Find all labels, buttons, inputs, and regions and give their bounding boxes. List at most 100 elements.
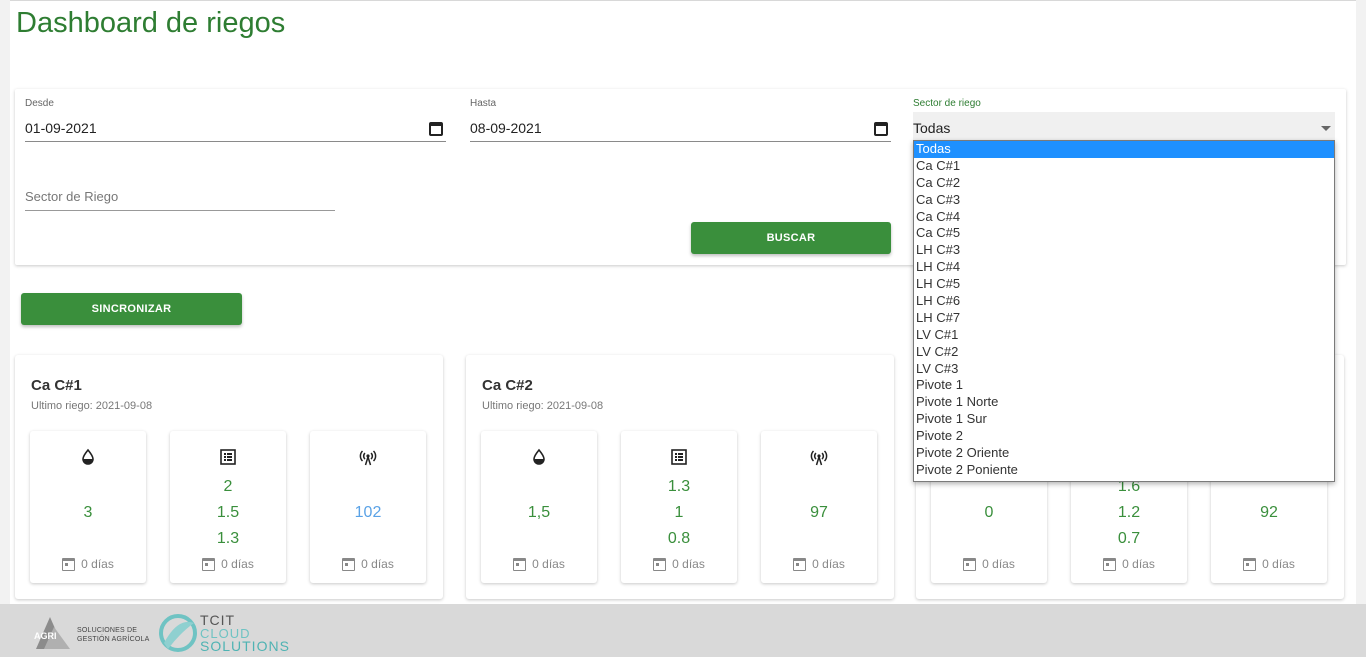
dropdown-option[interactable]: Ca C#4 <box>914 209 1334 226</box>
metric-footer: 0 días <box>310 557 426 571</box>
days-label: 0 días <box>532 557 565 571</box>
metric-value: 1.3 <box>216 530 240 547</box>
sincronizar-button[interactable]: SINCRONIZAR <box>21 293 242 325</box>
sector-name: Ca C#1 <box>31 377 82 394</box>
metric-values: 1,5 <box>481 473 597 553</box>
metric-value: 1 <box>674 504 684 521</box>
calendar-icon <box>963 557 977 571</box>
dropdown-option[interactable]: LH C#3 <box>914 242 1334 259</box>
dropdown-option[interactable]: LH C#4 <box>914 259 1334 276</box>
metric-values: 102 <box>310 473 426 553</box>
metric-value: 0.7 <box>1117 530 1141 547</box>
metric-values: 1.6 1.2 0.7 <box>1071 473 1187 553</box>
field-underline <box>25 210 335 211</box>
agri-tagline-line1: SOLUCIONES DE <box>77 627 138 634</box>
metric-values: 92 <box>1211 473 1327 553</box>
calendar-icon[interactable] <box>874 122 888 136</box>
metric-value: 102 <box>354 504 382 521</box>
metric-value: 1,5 <box>527 504 551 521</box>
calendar-icon <box>793 557 807 571</box>
dropdown-option[interactable]: Ca C#2 <box>914 175 1334 192</box>
last-irrigation-date: Ultimo riego: 2021-09-08 <box>482 400 604 412</box>
metric-values: 2 1.5 1.3 <box>170 473 286 553</box>
footer: AGRI SOLUCIONES DE GESTIÓN AGRÍCOLA TCIT… <box>0 604 1366 657</box>
agri-tagline: SOLUCIONES DE GESTIÓN AGRÍCOLA <box>77 626 149 644</box>
metric-box: 102 0 días <box>310 431 426 583</box>
dropdown-option[interactable]: LH C#7 <box>914 310 1334 327</box>
dropdown-option[interactable]: Pivote 1 Norte <box>914 394 1334 411</box>
calendar-icon <box>653 557 667 571</box>
metric-value: 0 <box>984 504 994 521</box>
days-label: 0 días <box>672 557 705 571</box>
metric-values: 1.3 1 0.8 <box>621 473 737 553</box>
metric-footer: 0 días <box>931 557 1047 571</box>
calendar-icon <box>342 557 356 571</box>
dropdown-option[interactable]: LV C#1 <box>914 327 1334 344</box>
list-icon <box>670 448 688 466</box>
metric-values: 97 <box>761 473 877 553</box>
dropdown-option[interactable]: Pivote 2 <box>914 428 1334 445</box>
antenna-icon <box>810 448 828 466</box>
dropdown-option[interactable]: Ca C#5 <box>914 225 1334 242</box>
dropdown-option[interactable]: Pivote 1 Sur <box>914 411 1334 428</box>
calendar-icon <box>1243 557 1257 571</box>
dropdown-option[interactable]: LH C#5 <box>914 276 1334 293</box>
metric-footer: 0 días <box>30 557 146 571</box>
last-irrigation-date: Ultimo riego: 2021-09-08 <box>31 400 153 412</box>
agri-logo: AGRI <box>34 617 70 649</box>
hasta-field[interactable]: Hasta 08-09-2021 <box>470 98 891 144</box>
agri-tagline-line2: GESTIÓN AGRÍCOLA <box>77 636 150 643</box>
days-label: 0 días <box>812 557 845 571</box>
tcit-wordmark: TCIT CLOUD SOLUTIONS <box>200 613 290 654</box>
metric-box: 3 0 días <box>30 431 146 583</box>
days-label: 0 días <box>1122 557 1155 571</box>
agri-badge-text: AGRI <box>34 631 57 641</box>
sector-value[interactable]: Todas <box>913 120 950 136</box>
days-label: 0 días <box>1262 557 1295 571</box>
metric-box: 2 1.5 1.3 0 días <box>170 431 286 583</box>
water-drop-icon <box>79 448 97 466</box>
sector-label: Sector de riego <box>913 98 981 109</box>
desde-value[interactable]: 01-09-2021 <box>25 120 97 136</box>
metric-value: 3 <box>83 504 93 521</box>
tcit-solutions: SOLUTIONS <box>200 638 290 654</box>
metric-value: 0.8 <box>667 530 691 547</box>
sector-card: Ca C#1 Ultimo riego: 2021-09-08 3 0 días 2 1.… <box>15 355 443 599</box>
metric-values: 3 <box>30 473 146 553</box>
antenna-icon <box>359 448 377 466</box>
metric-footer: 0 días <box>621 557 737 571</box>
dropdown-option[interactable]: Pivote 2 Poniente <box>914 462 1334 479</box>
metric-value: 2 <box>223 478 233 495</box>
dropdown-option[interactable]: Todas <box>914 141 1334 158</box>
dropdown-option[interactable]: LV C#2 <box>914 344 1334 361</box>
metric-box: 1.3 1 0.8 0 días <box>621 431 737 583</box>
metric-box: 97 0 días <box>761 431 877 583</box>
dropdown-option[interactable]: Pivote 2 Oriente <box>914 445 1334 462</box>
chevron-down-icon[interactable] <box>1321 126 1331 131</box>
page-title: Dashboard de riegos <box>16 7 286 39</box>
metric-value: 97 <box>810 504 828 521</box>
calendar-icon <box>513 557 527 571</box>
sector-search-input[interactable]: Sector de Riego <box>25 185 335 211</box>
sector-select[interactable]: Sector de riego Todas <box>913 98 1335 144</box>
hasta-value[interactable]: 08-09-2021 <box>470 120 542 136</box>
dropdown-option[interactable]: Pivote 1 <box>914 377 1334 394</box>
metric-footer: 0 días <box>170 557 286 571</box>
sector-dropdown-list[interactable]: Todas Ca C#1 Ca C#2 Ca C#3 Ca C#4 Ca C#5 LH C#… <box>913 140 1335 482</box>
sector-card: Ca C#2 Ultimo riego: 2021-09-08 1,5 0 días 1… <box>466 355 894 599</box>
calendar-icon[interactable] <box>429 122 443 136</box>
dropdown-option[interactable]: LV C#3 <box>914 361 1334 378</box>
buscar-button[interactable]: BUSCAR <box>691 222 891 254</box>
dropdown-option[interactable]: Ca C#3 <box>914 192 1334 209</box>
calendar-icon <box>202 557 216 571</box>
metric-footer: 0 días <box>1071 557 1187 571</box>
sector-search-placeholder: Sector de Riego <box>25 189 119 204</box>
metric-footer: 0 días <box>761 557 877 571</box>
tcit-logo <box>159 614 197 652</box>
days-label: 0 días <box>221 557 254 571</box>
desde-field[interactable]: Desde 01-09-2021 <box>25 98 446 144</box>
field-underline <box>25 141 446 142</box>
metric-value: 92 <box>1260 504 1278 521</box>
dropdown-option[interactable]: Ca C#1 <box>914 158 1334 175</box>
dropdown-option[interactable]: LH C#6 <box>914 293 1334 310</box>
